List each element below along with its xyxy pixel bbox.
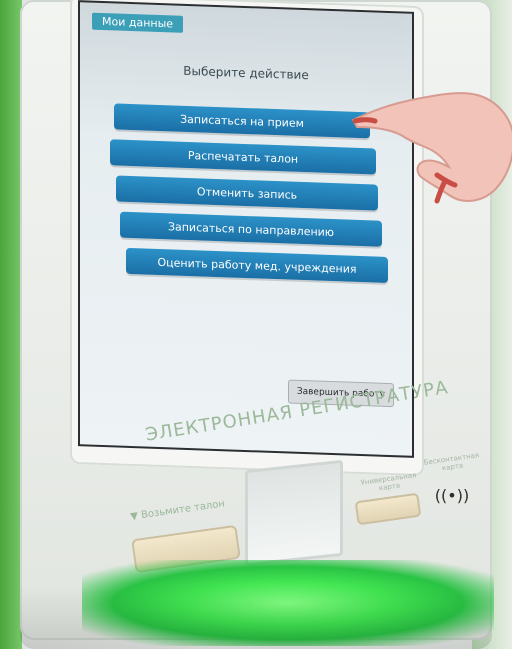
- printer-window: [245, 459, 343, 567]
- kiosk-side-left: [0, 0, 22, 649]
- rate-clinic-button[interactable]: Оценить работу мед. учреждения: [126, 247, 388, 283]
- book-by-referral-button[interactable]: Записаться по направлению: [120, 211, 382, 247]
- contactless-icon: ((•)): [434, 485, 470, 505]
- pointing-hand-icon: [351, 92, 512, 204]
- print-ticket-button[interactable]: Распечатать талон: [110, 139, 376, 175]
- my-data-button[interactable]: Мои данные: [92, 12, 184, 33]
- kiosk-base: [20, 585, 492, 649]
- cancel-appointment-button[interactable]: Отменить запись: [116, 175, 378, 211]
- book-appointment-button[interactable]: Записаться на прием: [114, 103, 370, 139]
- action-prompt: Выберите действие: [183, 63, 309, 83]
